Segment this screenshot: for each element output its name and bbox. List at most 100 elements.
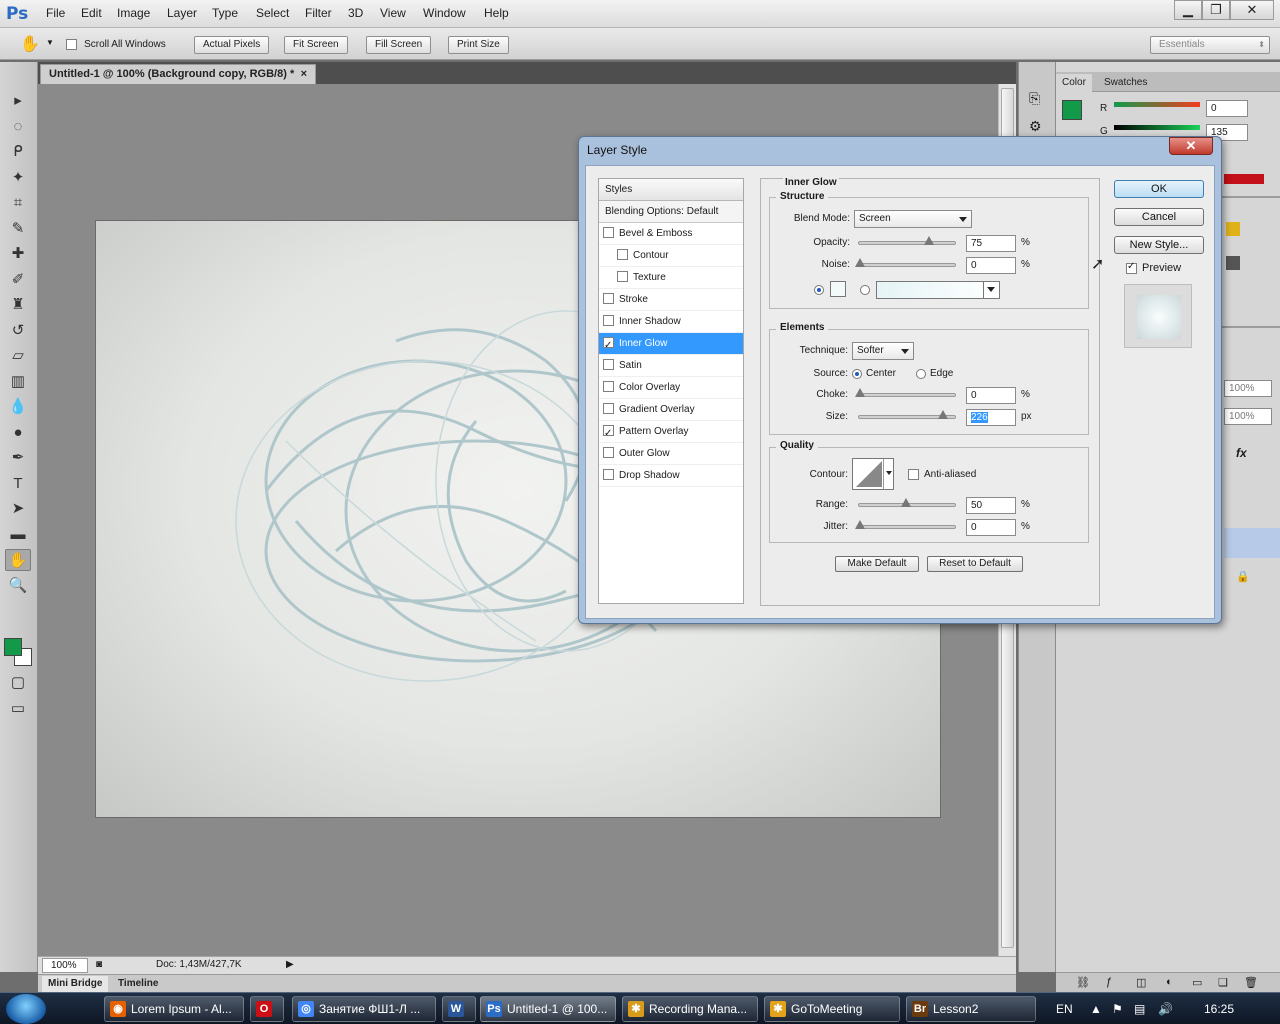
range-slider-thumb[interactable] <box>901 498 911 507</box>
layer-row-selected[interactable] <box>1224 528 1280 558</box>
style-checkbox[interactable] <box>617 248 628 260</box>
menu-image[interactable]: Image <box>117 6 150 20</box>
r-slider[interactable] <box>1114 102 1200 107</box>
quick-select-icon[interactable]: ✦ <box>5 167 31 189</box>
crop-icon[interactable]: ⌗ <box>5 192 31 214</box>
mask-footer-icon[interactable]: ◫ <box>1136 976 1146 989</box>
lasso-icon[interactable]: ᑭ <box>5 141 31 163</box>
style-checkbox[interactable] <box>603 226 614 238</box>
style-row-inner-glow[interactable]: Inner Glow <box>599 333 743 356</box>
quick-mask-icon[interactable]: ▢ <box>5 672 31 694</box>
g-slider[interactable] <box>1114 125 1200 130</box>
zoom-field[interactable]: 100% <box>42 958 88 973</box>
taskbar-item[interactable]: Ps Untitled-1 @ 100... <box>480 996 616 1022</box>
menu-window[interactable]: Window <box>423 6 466 20</box>
history-brush-icon[interactable]: ↺ <box>5 320 31 342</box>
taskbar-item[interactable]: ◉ Lorem Ipsum - Al... <box>104 996 244 1022</box>
noise-slider-thumb[interactable] <box>855 258 865 267</box>
restore-button[interactable]: ❐ <box>1202 0 1230 20</box>
source-center-radio[interactable] <box>852 369 862 379</box>
tab-color[interactable]: Color <box>1056 74 1092 92</box>
style-row-bevel-emboss[interactable]: Bevel & Emboss <box>599 223 743 245</box>
screen-mode-icon[interactable]: ▭ <box>5 698 31 720</box>
properties-icon[interactable]: ⚙ <box>1029 118 1042 135</box>
new-style-button[interactable]: New Style... <box>1114 236 1204 254</box>
style-checkbox[interactable] <box>603 402 614 414</box>
r-value[interactable]: 0 <box>1206 100 1248 117</box>
fit-screen-button[interactable]: Fit Screen <box>284 36 348 54</box>
new-layer-icon[interactable]: ❏ <box>1218 976 1228 989</box>
glow-color-swatch[interactable] <box>830 281 846 297</box>
noise-slider[interactable] <box>855 258 956 267</box>
close-tab-icon[interactable]: × <box>301 65 307 83</box>
gradient-dropdown[interactable] <box>983 282 999 298</box>
menu-view[interactable]: View <box>380 6 406 20</box>
jitter-slider[interactable] <box>855 520 956 529</box>
taskbar-item[interactable]: ✱ Recording Mana... <box>622 996 758 1022</box>
fx-footer-icon[interactable]: ƒ <box>1106 976 1112 988</box>
dodge-icon[interactable]: ● <box>5 422 31 444</box>
taskbar-item[interactable]: ◎ Занятие ФШ1-Л ... <box>292 996 436 1022</box>
reset-to-default-button[interactable]: Reset to Default <box>927 556 1023 572</box>
checkbox[interactable] <box>66 38 77 50</box>
jitter-field[interactable]: 0 <box>966 519 1016 536</box>
noise-field[interactable]: 0 <box>966 257 1016 274</box>
history-icon[interactable]: ⎘ <box>1029 90 1040 107</box>
contour-picker[interactable] <box>852 458 894 490</box>
dialog-close-button[interactable]: ✕ <box>1169 137 1213 155</box>
styles-header[interactable]: Styles <box>599 179 743 201</box>
flag-icon[interactable]: ⚑ <box>1112 993 1123 1024</box>
menu-help[interactable]: Help <box>484 6 509 20</box>
style-row-gradient-overlay[interactable]: Gradient Overlay <box>599 399 743 421</box>
fx-icon[interactable]: fx <box>1236 446 1247 460</box>
style-row-inner-shadow[interactable]: Inner Shadow <box>599 311 743 333</box>
fill-screen-button[interactable]: Fill Screen <box>366 36 432 54</box>
network-icon[interactable]: ▤ <box>1134 993 1145 1024</box>
menu-edit[interactable]: Edit <box>81 6 102 20</box>
brush-icon[interactable]: ✐ <box>5 269 31 291</box>
shape-icon[interactable]: ▬ <box>5 524 31 546</box>
choke-slider[interactable] <box>855 388 956 397</box>
contour-dropdown[interactable] <box>883 459 893 489</box>
menu-filter[interactable]: Filter <box>305 6 332 20</box>
mask-icon[interactable] <box>1226 256 1240 270</box>
checkbox[interactable] <box>908 468 919 480</box>
style-checkbox[interactable] <box>603 292 614 304</box>
document-tab[interactable]: Untitled-1 @ 100% (Background copy, RGB/… <box>40 64 316 84</box>
jitter-slider-thumb[interactable] <box>855 520 865 529</box>
status-icon[interactable]: ◙ <box>96 959 102 970</box>
style-checkbox[interactable] <box>603 446 614 458</box>
menu-3d[interactable]: 3D <box>348 6 363 20</box>
blur-icon[interactable]: 💧 <box>5 396 31 418</box>
gradient-icon[interactable]: ▥ <box>5 371 31 393</box>
style-row-texture[interactable]: Texture <box>599 267 743 289</box>
panel-foreground-swatch[interactable] <box>1062 100 1082 120</box>
actual-pixels-button[interactable]: Actual Pixels <box>194 36 270 54</box>
trash-icon[interactable]: 🗑 <box>1244 976 1258 989</box>
workspace-switcher[interactable]: Essentials ⬍ <box>1150 36 1270 54</box>
adjust-footer-icon[interactable]: ◐ <box>1166 976 1173 988</box>
zoom-icon[interactable]: 🔍 <box>5 575 31 597</box>
choke-slider-thumb[interactable] <box>855 388 865 397</box>
type-icon[interactable]: T <box>5 473 31 495</box>
opacity-field[interactable]: 75 <box>966 235 1016 252</box>
tab-timeline[interactable]: Timeline <box>112 976 164 992</box>
menu-file[interactable]: File <box>46 6 65 20</box>
hand-icon[interactable]: ✋ <box>5 549 31 571</box>
pen-icon[interactable]: ✒ <box>5 447 31 469</box>
blending-options-row[interactable]: Blending Options: Default <box>599 201 743 223</box>
foreground-color-swatch[interactable] <box>4 638 22 656</box>
style-checkbox[interactable] <box>603 335 614 356</box>
folder-icon[interactable]: ▭ <box>1192 976 1202 989</box>
status-arrow-icon[interactable]: ▶ <box>286 959 294 970</box>
technique-select[interactable]: Softer <box>852 342 914 360</box>
gradient-radio[interactable] <box>860 285 870 295</box>
doc-info[interactable]: Doc: 1,43M/427,7K <box>156 959 242 970</box>
eyedropper-icon[interactable]: ✎ <box>5 218 31 240</box>
range-field[interactable]: 50 <box>966 497 1016 514</box>
opacity-slider-thumb[interactable] <box>924 236 934 245</box>
scroll-all-windows-checkbox[interactable]: Scroll All Windows <box>66 38 166 50</box>
style-checkbox[interactable] <box>603 358 614 370</box>
tab-swatches[interactable]: Swatches <box>1098 74 1153 92</box>
path-select-icon[interactable]: ➤ <box>5 498 31 520</box>
